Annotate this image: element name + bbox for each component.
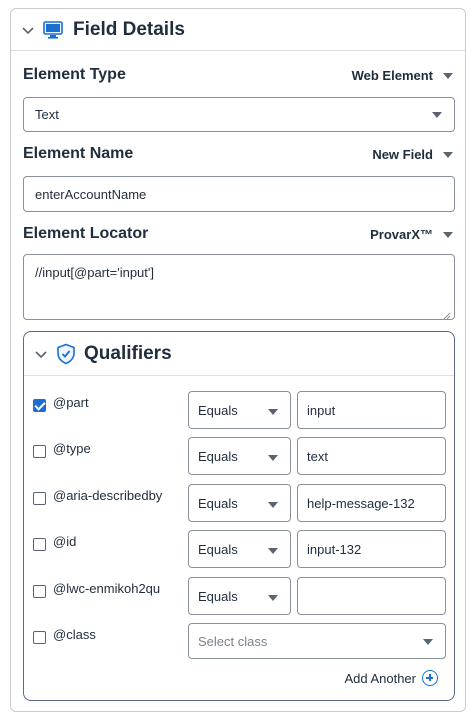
caret-down-icon (443, 231, 453, 238)
qualifier-name: @class (53, 627, 96, 642)
chevron-down-icon[interactable] (34, 347, 48, 361)
qualifier-value: text (307, 448, 328, 464)
class-select-placeholder: Select class (198, 633, 268, 649)
element-type-value: Text (35, 107, 59, 122)
panel-header[interactable]: Field Details (11, 9, 465, 51)
caret-down-icon (443, 151, 453, 158)
caret-down-icon (268, 595, 278, 601)
resize-handle-icon[interactable] (443, 308, 451, 320)
qualifier-operator-value: Equals (198, 448, 238, 464)
element-name-label: Element Name (23, 145, 134, 162)
qualifier-operator-value: Equals (198, 541, 238, 557)
caret-down-icon (268, 502, 278, 508)
qualifier-checkbox[interactable] (33, 538, 46, 551)
element-locator-mode-label: ProvarX™ (370, 227, 433, 242)
qualifier-operator-select[interactable]: Equals (188, 437, 291, 475)
qualifier-checkbox[interactable] (33, 631, 46, 644)
qualifier-name: @lwc-enmikoh2qu (53, 581, 161, 596)
qualifier-operator-value: Equals (198, 495, 238, 511)
qualifier-operator-select[interactable]: Equals (188, 577, 291, 615)
qualifier-checkbox[interactable] (33, 492, 46, 505)
element-type-label: Element Type (23, 66, 126, 83)
monitor-icon (43, 20, 63, 39)
element-type-mode-dropdown[interactable]: Web Element (352, 68, 453, 83)
qualifier-name: @type (53, 441, 91, 456)
qualifier-row: @part Equals input (24, 391, 454, 431)
chevron-down-icon[interactable] (21, 23, 35, 37)
caret-down-icon (268, 455, 278, 461)
element-name-mode-dropdown[interactable]: New Field (372, 147, 453, 162)
qualifier-name: @part (53, 395, 89, 410)
caret-down-icon (268, 548, 278, 554)
add-another-button[interactable]: Add Another (344, 670, 438, 686)
qualifier-operator-select[interactable]: Equals (188, 484, 291, 522)
caret-down-icon (432, 111, 442, 118)
qualifier-value: input (307, 402, 336, 418)
qualifier-operator-value: Equals (198, 588, 238, 604)
qualifier-checkbox[interactable] (33, 445, 46, 458)
add-circle-icon (422, 670, 438, 686)
qualifier-value: input-132 (307, 541, 362, 557)
caret-down-icon (423, 639, 433, 645)
qualifier-value-input[interactable]: text (297, 437, 446, 475)
qualifier-row: @aria-describedby Equals help-message-13… (24, 484, 454, 524)
element-name-mode-label: New Field (372, 147, 433, 162)
qualifier-operator-select[interactable]: Equals (188, 391, 291, 429)
add-another-label: Add Another (344, 670, 416, 686)
caret-down-icon (268, 409, 278, 415)
element-type-select[interactable]: Text (23, 97, 455, 132)
element-name-value: enterAccountName (35, 186, 147, 202)
qualifier-value: help-message-132 (307, 495, 415, 511)
qualifiers-header[interactable]: Qualifiers (24, 332, 454, 376)
qualifier-name: @aria-describedby (53, 488, 163, 503)
qualifier-checkbox[interactable] (33, 399, 46, 412)
class-select[interactable]: Select class (188, 623, 446, 659)
qualifier-value-input[interactable]: input (297, 391, 446, 429)
caret-down-icon (443, 72, 453, 79)
qualifier-row: @id Equals input-132 (24, 530, 454, 570)
element-locator-label: Element Locator (23, 225, 149, 242)
panel-title: Field Details (73, 18, 185, 40)
qualifiers-title: Qualifiers (84, 342, 172, 364)
qualifier-value-input[interactable]: help-message-132 (297, 484, 446, 522)
qualifier-operator-value: Equals (198, 402, 238, 418)
field-details-panel: Field Details Element Type Web Element T… (10, 8, 466, 712)
qualifier-row: @lwc-enmikoh2qu Equals (24, 577, 454, 617)
element-locator-value: //input[@part='input'] (35, 265, 154, 280)
qualifier-operator-select[interactable]: Equals (188, 530, 291, 568)
qualifiers-panel: Qualifiers @part Equals input @type Equa… (23, 331, 455, 701)
qualifier-value-input[interactable]: input-132 (297, 530, 446, 568)
element-type-mode-label: Web Element (351, 68, 433, 83)
qualifier-row: @type Equals text (24, 437, 454, 477)
qualifier-checkbox[interactable] (33, 585, 46, 598)
element-locator-textarea[interactable]: //input[@part='input'] (23, 254, 455, 320)
shield-check-icon (56, 343, 76, 365)
qualifier-name: @id (53, 534, 77, 549)
element-name-input[interactable]: enterAccountName (23, 176, 455, 212)
qualifier-value-input[interactable] (297, 577, 446, 615)
element-locator-mode-dropdown[interactable]: ProvarX™ (370, 227, 453, 242)
qualifier-row-class: @class Select class (24, 623, 454, 663)
